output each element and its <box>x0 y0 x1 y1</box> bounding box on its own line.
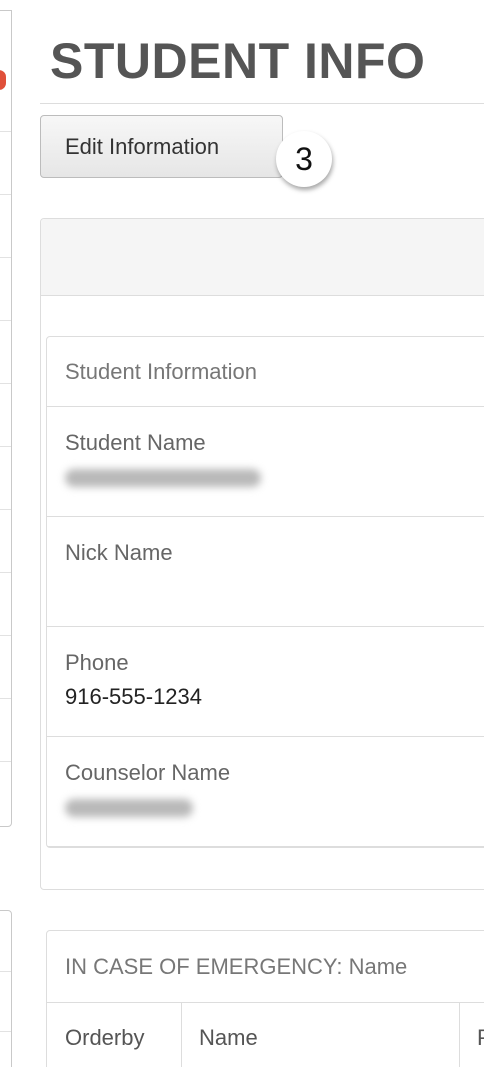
sidebar-divider <box>0 1031 11 1032</box>
field-row-nick-name: Nick Name <box>47 517 484 627</box>
edit-information-button[interactable]: Edit Information <box>40 115 283 178</box>
student-information-panel: Student Information Student Name Nick Na… <box>46 336 484 848</box>
sidebar-panel <box>0 10 12 827</box>
sidebar-divider <box>0 698 11 699</box>
sidebar-divider <box>0 320 11 321</box>
title-divider <box>40 103 484 104</box>
field-label: Phone <box>65 650 129 675</box>
field-label: Student Name <box>65 430 206 455</box>
sidebar-divider <box>0 572 11 573</box>
sidebar-divider <box>0 971 11 972</box>
page: STUDENT INFO Edit Information 3 Student … <box>0 0 484 1067</box>
sidebar-divider <box>0 446 11 447</box>
sidebar-divider <box>0 257 11 258</box>
student-information-heading: Student Information <box>47 337 484 407</box>
sidebar-divider <box>0 194 11 195</box>
field-value: 916-555-1234 <box>65 684 203 709</box>
column-header-phone[interactable]: P <box>459 1003 484 1067</box>
redacted-value <box>65 469 261 487</box>
container-heading <box>41 219 484 296</box>
field-row-phone: Phone 916-555-1234 <box>47 627 484 737</box>
sidebar-divider <box>0 509 11 510</box>
sidebar-divider <box>0 761 11 762</box>
sidebar-divider <box>0 383 11 384</box>
sidebar-divider <box>0 131 11 132</box>
column-header-name[interactable]: Name <box>181 1003 258 1067</box>
field-row-counselor-name: Counselor Name <box>47 737 484 847</box>
emergency-heading: IN CASE OF EMERGENCY: Name <box>47 931 484 1003</box>
step-number-badge: 3 <box>276 131 332 187</box>
emergency-contacts-panel: IN CASE OF EMERGENCY: Name Orderby Name … <box>46 930 484 1067</box>
redacted-value <box>65 799 193 817</box>
sidebar-divider <box>0 635 11 636</box>
field-row-student-name: Student Name <box>47 407 484 517</box>
page-title: STUDENT INFO <box>50 33 426 89</box>
field-label: Counselor Name <box>65 760 231 785</box>
column-header-orderby[interactable]: Orderby <box>47 1003 144 1067</box>
sidebar-panel-secondary <box>0 910 12 1067</box>
field-label: Nick Name <box>65 540 173 565</box>
